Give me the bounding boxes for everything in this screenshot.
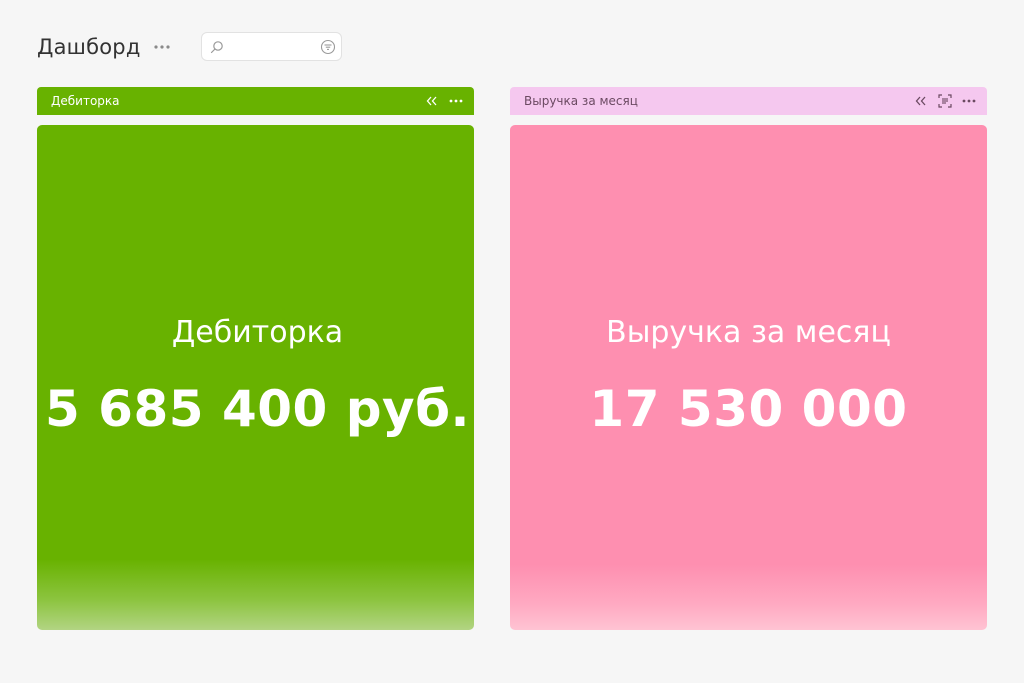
widget-receivables: Дебиторка Дебиторка 5 685 400 руб. (37, 87, 474, 630)
kpi-value: 5 685 400 руб. (44, 380, 471, 438)
kpi-label: Дебиторка (171, 315, 344, 350)
focus-frame-icon[interactable] (937, 93, 953, 109)
widget-header-title: Дебиторка (51, 94, 120, 108)
search-icon (210, 39, 224, 58)
collapse-left-icon[interactable] (913, 93, 929, 109)
filter-icon[interactable] (320, 39, 336, 59)
widget-monthly-revenue: Выручка за месяц Выручка за месяц 17 530… (510, 87, 987, 630)
widget-header-title: Выручка за месяц (524, 94, 638, 108)
page-menu-icon[interactable] (153, 44, 171, 50)
page-title: Дашборд (37, 35, 141, 59)
search-input[interactable] (230, 37, 314, 56)
widget-header: Дебиторка (37, 87, 474, 115)
kpi-card[interactable]: Выручка за месяц 17 530 000 (510, 125, 987, 630)
kpi-value: 17 530 000 (589, 380, 908, 438)
search-box[interactable] (201, 32, 342, 61)
kpi-card[interactable]: Дебиторка 5 685 400 руб. (37, 125, 474, 630)
widget-menu-icon[interactable] (448, 93, 464, 109)
dashboard-header: Дашборд (37, 30, 171, 64)
collapse-left-icon[interactable] (424, 93, 440, 109)
kpi-label: Выручка за месяц (606, 315, 891, 350)
widget-header: Выручка за месяц (510, 87, 987, 115)
widget-menu-icon[interactable] (961, 93, 977, 109)
